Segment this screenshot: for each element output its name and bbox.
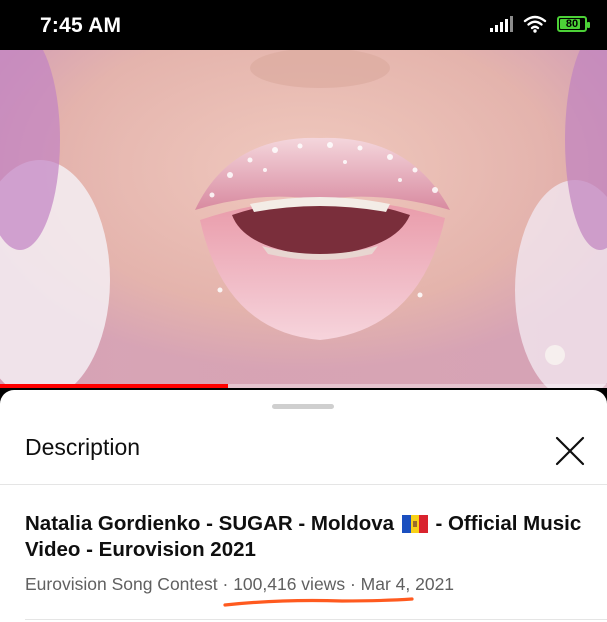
close-button[interactable]: [547, 428, 593, 474]
meta-separator: ·: [217, 574, 234, 594]
video-title-text-1: Natalia Gordienko - SUGAR - Moldova: [25, 512, 395, 535]
battery-level: 80: [565, 18, 579, 30]
sheet-title: Description: [25, 434, 141, 460]
battery-icon: 80: [557, 16, 590, 32]
signal-icon: [490, 16, 513, 32]
header-divider: [0, 484, 607, 485]
meta-separator: ·: [345, 574, 361, 594]
moldova-flag-icon: [401, 515, 428, 533]
video-frame: [0, 50, 607, 388]
video-meta: Eurovision Song Contest · 100,416 views …: [25, 574, 454, 595]
video-player[interactable]: [0, 50, 607, 388]
publish-date: Mar 4, 2021: [360, 574, 455, 594]
description-sheet: Description Natalia Gordienko - SUGAR - …: [0, 390, 607, 622]
sheet-header: Description: [0, 416, 607, 476]
channel-name[interactable]: Eurovision Song Contest: [25, 574, 218, 594]
status-icons: 80: [489, 15, 590, 33]
video-title: Natalia Gordienko - SUGAR - Moldova - Of…: [25, 511, 585, 563]
annotation-underline: [223, 597, 414, 607]
drag-handle[interactable]: [272, 404, 334, 409]
view-count: 100,416 views: [233, 574, 346, 594]
video-progress-bar[interactable]: [0, 384, 607, 388]
status-bar: 7:45 AM 80: [0, 0, 607, 50]
content-divider: [25, 619, 607, 620]
status-time: 7:45 AM: [40, 14, 122, 37]
video-progress-fill: [0, 384, 228, 388]
wifi-icon: [523, 15, 547, 33]
close-icon: [555, 436, 585, 466]
